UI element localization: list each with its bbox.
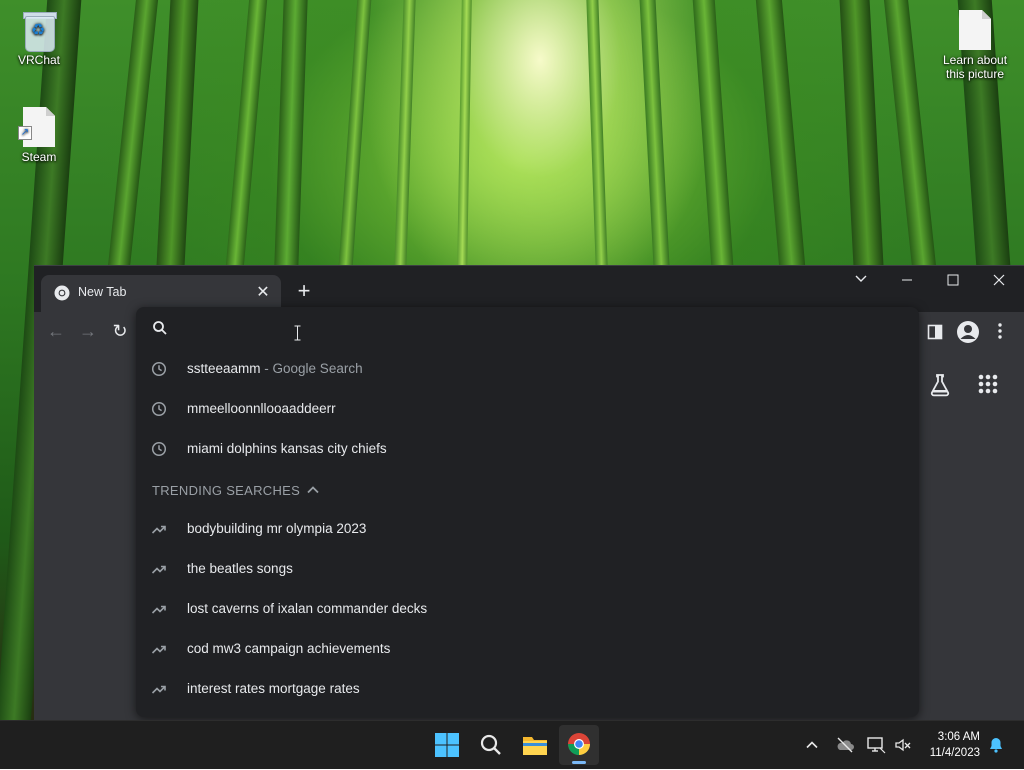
- desktop-icon-vrchat[interactable]: ♻ VRChat: [4, 10, 74, 67]
- more-menu-icon[interactable]: [992, 322, 1008, 340]
- chrome-favicon-icon: [54, 285, 70, 301]
- forward-button[interactable]: →: [76, 319, 100, 343]
- history-clock-icon: [151, 361, 167, 377]
- search-icon: [480, 734, 501, 755]
- search-icon: [153, 321, 167, 335]
- suggestion-text: interest rates mortgage rates: [187, 681, 360, 696]
- trending-searches-header: TRENDING SEARCHES: [152, 483, 301, 498]
- suggestion-query: mmeelloonnllooaaddeerr: [187, 401, 336, 416]
- clock[interactable]: 3:06 AM 11/4/2023: [930, 729, 980, 761]
- tab-title: New Tab: [78, 285, 127, 299]
- suggestion-query: cod mw3 campaign achievements: [187, 641, 391, 656]
- suggestion-query: miami dolphins kansas city chiefs: [187, 441, 387, 456]
- omnibox-dropdown: sstteeaamm - Google Search mmeelloonnlloo…: [136, 307, 919, 717]
- maximize-button[interactable]: [930, 266, 976, 294]
- suggestion-row[interactable]: cod mw3 campaign achievements: [136, 629, 919, 669]
- taskbar-search-button[interactable]: [471, 725, 511, 765]
- suggestion-row[interactable]: sstteeaamm - Google Search: [136, 349, 919, 389]
- text-cursor-icon: [294, 325, 301, 341]
- suggestion-text: lost caverns of ixalan commander decks: [187, 601, 427, 616]
- notification-bell-icon[interactable]: [987, 736, 1005, 754]
- chevron-up-icon[interactable]: [804, 737, 820, 753]
- chrome-taskbar-button[interactable]: [559, 725, 599, 765]
- reload-button[interactable]: ↻: [108, 319, 132, 343]
- network-icon[interactable]: [866, 735, 886, 755]
- side-panel-icon[interactable]: [927, 324, 943, 340]
- suggestion-query: sstteeaamm: [187, 361, 261, 376]
- suggestion-query: the beatles songs: [187, 561, 293, 576]
- desktop-icon-learn-about-picture[interactable]: Learn about this picture: [940, 10, 1010, 81]
- suggestion-text: the beatles songs: [187, 561, 293, 576]
- clock-time: 3:06 AM: [937, 731, 980, 743]
- running-indicator: [572, 761, 586, 764]
- suggestion-text: sstteeaamm - Google Search: [187, 361, 363, 376]
- back-button[interactable]: ←: [44, 319, 68, 343]
- windows-logo-icon: [435, 733, 459, 757]
- desktop-icon-label: VRChat: [17, 53, 61, 67]
- desktop-icon-label: Steam: [21, 150, 57, 164]
- folder-icon: [523, 737, 547, 755]
- suggestion-row[interactable]: lost caverns of ixalan commander decks: [136, 589, 919, 629]
- file-icon: [959, 10, 991, 50]
- suggestion-row[interactable]: the beatles songs: [136, 549, 919, 589]
- suggestion-text: bodybuilding mr olympia 2023: [187, 521, 366, 536]
- chrome-icon: [568, 733, 590, 755]
- desktop-icon-label: Learn about this picture: [942, 53, 1008, 81]
- suggestion-text: mmeelloonnllooaaddeerr: [187, 401, 336, 416]
- close-window-button[interactable]: [976, 266, 1022, 294]
- suggestion-text: cod mw3 campaign achievements: [187, 641, 390, 656]
- suggestion-query: bodybuilding mr olympia 2023: [187, 521, 367, 536]
- suggestion-row[interactable]: mmeelloonnllooaaddeerr: [136, 389, 919, 429]
- trending-icon: [151, 525, 166, 534]
- history-clock-icon: [151, 401, 167, 417]
- history-clock-icon: [151, 441, 167, 457]
- minimize-button[interactable]: [884, 266, 930, 294]
- google-apps-grid-icon[interactable]: [977, 373, 999, 395]
- trending-icon: [151, 685, 166, 694]
- omnibox-input[interactable]: [136, 307, 919, 349]
- trending-icon: [151, 645, 166, 654]
- trending-icon: [151, 565, 166, 574]
- clock-date: 11/4/2023: [929, 747, 980, 759]
- labs-flask-icon[interactable]: [928, 373, 952, 397]
- suggestion-query: lost caverns of ixalan commander decks: [187, 601, 428, 616]
- suggestion-suffix: - Google Search: [260, 361, 363, 376]
- start-button[interactable]: [427, 725, 467, 765]
- tab-strip: New Tab ✕ +: [34, 266, 1024, 312]
- desktop-icon-steam[interactable]: ↗ Steam: [4, 107, 74, 164]
- file-explorer-button[interactable]: [515, 725, 555, 765]
- recycle-bin-icon: ♻: [21, 10, 57, 52]
- suggestion-row[interactable]: bodybuilding mr olympia 2023: [136, 509, 919, 549]
- suggestion-row[interactable]: interest rates mortgage rates: [136, 669, 919, 709]
- volume-muted-icon[interactable]: [893, 735, 913, 755]
- suggestion-row[interactable]: miami dolphins kansas city chiefs: [136, 429, 919, 469]
- suggestion-text: miami dolphins kansas city chiefs: [187, 441, 387, 456]
- suggestion-query: interest rates mortgage rates: [187, 681, 360, 696]
- chevron-up-icon[interactable]: [305, 482, 321, 498]
- new-tab-button[interactable]: +: [292, 279, 316, 303]
- shortcut-arrow-icon: ↗: [18, 126, 32, 140]
- profile-avatar-icon[interactable]: [956, 320, 980, 344]
- taskbar: 3:06 AM 11/4/2023: [0, 720, 1024, 769]
- trending-icon: [151, 605, 166, 614]
- tab-close-button[interactable]: ✕: [253, 283, 273, 303]
- tab-search-chevron-icon[interactable]: [838, 266, 884, 294]
- onedrive-cloud-icon[interactable]: [835, 736, 855, 754]
